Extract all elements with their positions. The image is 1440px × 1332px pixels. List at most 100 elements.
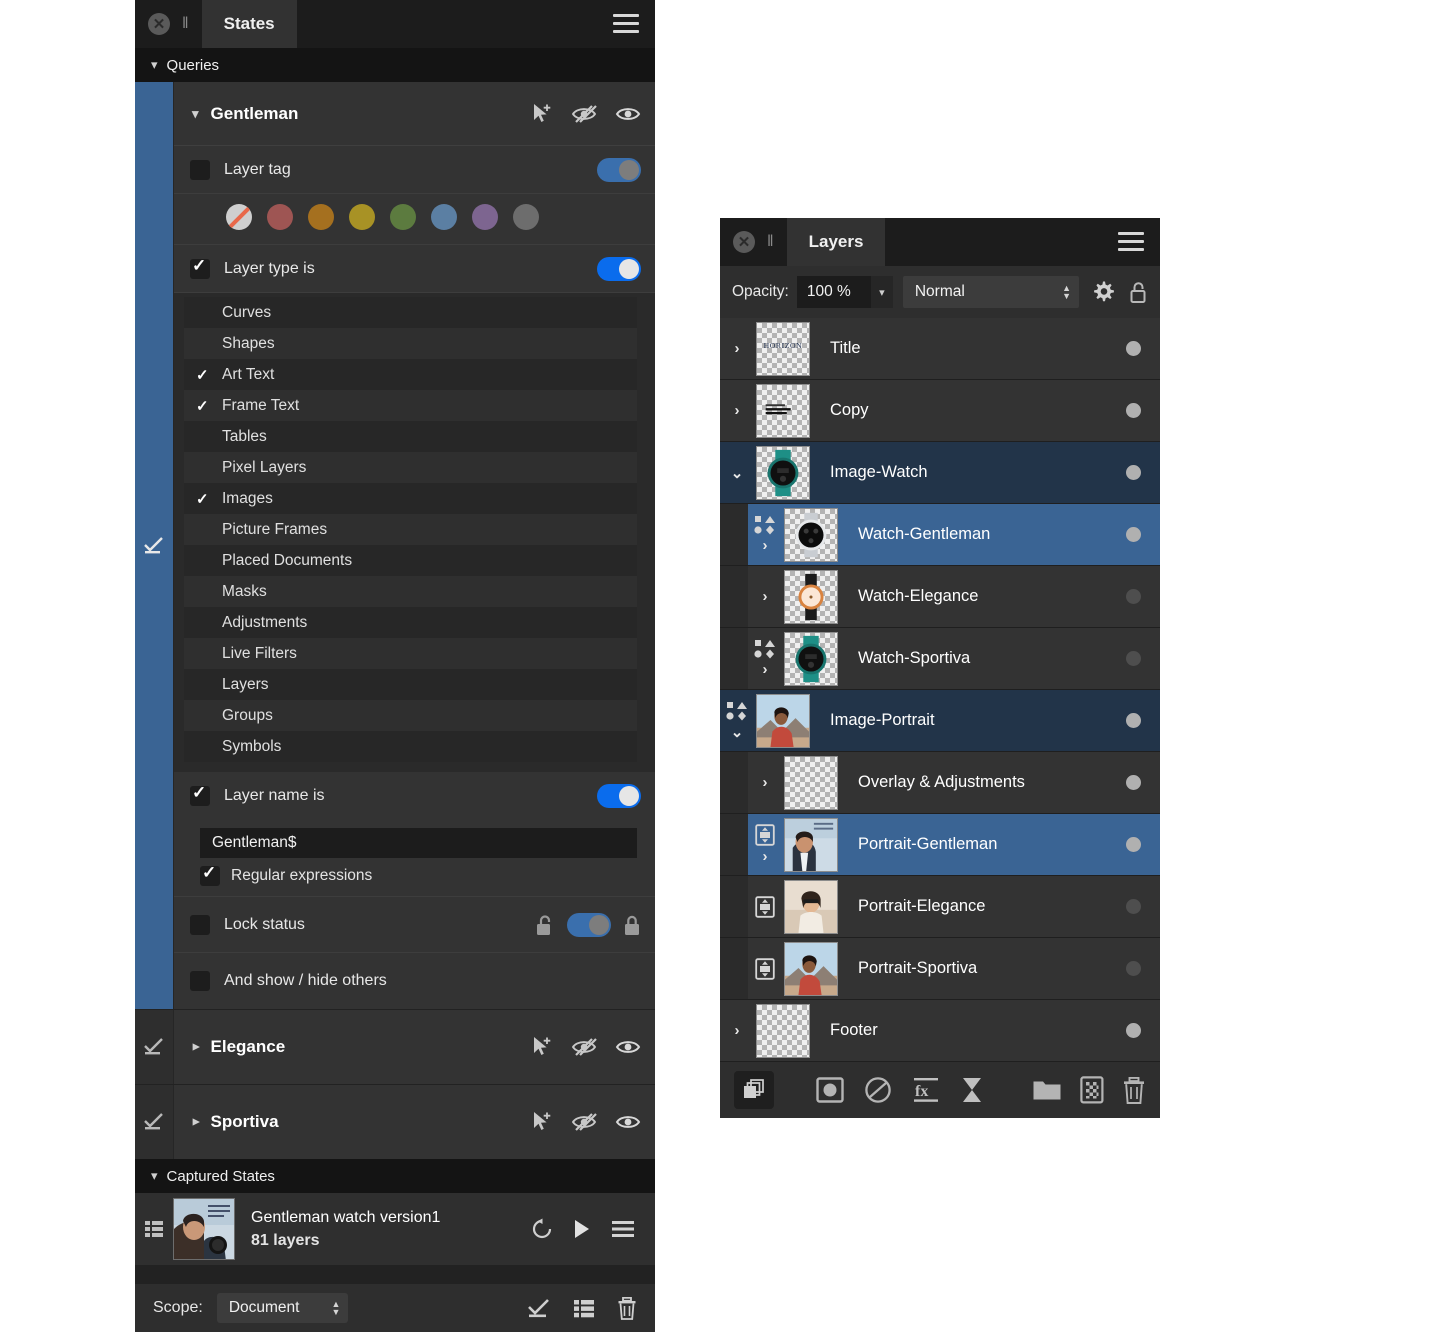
- mask-icon[interactable]: [816, 1077, 844, 1103]
- blend-mode-select[interactable]: Normal ▲ ▼: [902, 276, 1079, 308]
- layer-row[interactable]: › Overlay & Adjustments: [720, 752, 1160, 814]
- layer-type-option[interactable]: ✓ Frame Text: [184, 390, 637, 421]
- tag-swatch-yellow[interactable]: [349, 204, 375, 230]
- close-icon[interactable]: ✕: [733, 231, 755, 253]
- chevron-right-icon[interactable]: ›: [735, 402, 740, 419]
- layer-name-input[interactable]: Gentleman$: [200, 828, 637, 858]
- layer-tag-toggle[interactable]: [597, 157, 641, 182]
- effects-icon[interactable]: [960, 1077, 984, 1103]
- layer-row[interactable]: ⌄ Image-Portrait: [720, 690, 1160, 752]
- trash-icon[interactable]: [617, 1296, 637, 1320]
- layer-visibility-toggle[interactable]: [1106, 318, 1160, 379]
- layer-expand-toggle[interactable]: ›: [748, 628, 782, 689]
- tab-layers[interactable]: Layers: [786, 218, 886, 266]
- layer-type-option[interactable]: Groups: [184, 700, 637, 731]
- chevron-down-icon[interactable]: ▾: [192, 106, 199, 122]
- chevron-down-icon[interactable]: ⌄: [731, 464, 744, 482]
- layer-visibility-toggle[interactable]: [1106, 628, 1160, 689]
- layer-expand-toggle[interactable]: ›: [748, 814, 782, 875]
- layer-type-toggle[interactable]: [597, 256, 641, 281]
- chevron-right-icon[interactable]: ›: [763, 537, 768, 554]
- layer-expand-toggle[interactable]: ⌄: [720, 690, 754, 751]
- layer-row[interactable]: › Watch-Elegance: [720, 566, 1160, 628]
- layer-type-option[interactable]: Layers: [184, 669, 637, 700]
- condition-layer-tag[interactable]: Layer tag: [174, 146, 655, 194]
- chevron-right-icon[interactable]: ▾: [187, 1119, 203, 1126]
- layer-tag-checkbox[interactable]: [190, 159, 210, 180]
- adjustment-icon[interactable]: [864, 1077, 892, 1103]
- layer-row[interactable]: › Watch-Gentleman: [720, 504, 1160, 566]
- grip-icon[interactable]: ‖: [182, 15, 189, 33]
- layer-type-option[interactable]: Symbols: [184, 731, 637, 762]
- queries-section-header[interactable]: ▾ Queries: [135, 48, 655, 82]
- eye-icon[interactable]: [615, 1113, 641, 1131]
- layer-type-option[interactable]: Shapes: [184, 328, 637, 359]
- chevron-right-icon[interactable]: ▾: [187, 1044, 203, 1051]
- layer-visibility-toggle[interactable]: [1106, 566, 1160, 627]
- opacity-dropdown-icon[interactable]: ▾: [870, 276, 893, 308]
- close-icon[interactable]: ✕: [148, 13, 170, 35]
- condition-layer-type[interactable]: Layer type is: [174, 245, 655, 293]
- layer-row[interactable]: ⌄ Image-Watch: [720, 442, 1160, 504]
- eye-icon[interactable]: [615, 105, 641, 123]
- trash-icon[interactable]: [1122, 1076, 1146, 1104]
- reset-icon[interactable]: [531, 1218, 553, 1240]
- eye-slash-icon[interactable]: [571, 1037, 597, 1057]
- layer-row[interactable]: › Portrait-Gentleman: [720, 814, 1160, 876]
- layer-expand-toggle[interactable]: ›: [720, 1000, 754, 1061]
- lock-status-checkbox[interactable]: [190, 914, 210, 935]
- captured-state-handle[interactable]: [135, 1193, 173, 1265]
- layer-visibility-toggle[interactable]: [1106, 814, 1160, 875]
- eye-slash-icon[interactable]: [571, 1112, 597, 1132]
- eye-slash-icon[interactable]: [571, 104, 597, 124]
- layer-visibility-toggle[interactable]: [1106, 876, 1160, 937]
- condition-lock-status[interactable]: Lock status: [174, 897, 655, 953]
- regex-option[interactable]: Regular expressions: [174, 862, 655, 897]
- query-sportiva-rail[interactable]: [135, 1085, 173, 1159]
- cursor-plus-icon[interactable]: [531, 103, 553, 125]
- layer-visibility-toggle[interactable]: [1106, 938, 1160, 999]
- tag-swatch-red[interactable]: [267, 204, 293, 230]
- scope-select[interactable]: Document ▲ ▼: [216, 1293, 349, 1323]
- tag-swatch-none[interactable]: [226, 204, 252, 230]
- layer-visibility-toggle[interactable]: [1106, 380, 1160, 441]
- panel-menu-icon[interactable]: [613, 14, 639, 38]
- group-icon[interactable]: [1032, 1078, 1062, 1102]
- layer-row[interactable]: › HORIZON Title: [720, 318, 1160, 380]
- tag-swatch-blue[interactable]: [431, 204, 457, 230]
- layer-expand-toggle[interactable]: ›: [748, 566, 782, 627]
- cursor-plus-icon[interactable]: [531, 1111, 553, 1133]
- tag-swatch-green[interactable]: [390, 204, 416, 230]
- list-icon[interactable]: [573, 1298, 595, 1319]
- apply-state-icon[interactable]: [527, 1298, 551, 1319]
- layer-visibility-toggle[interactable]: [1106, 690, 1160, 751]
- chevron-right-icon[interactable]: ›: [735, 340, 740, 357]
- condition-show-hide-others[interactable]: And show / hide others: [174, 953, 655, 1009]
- chevron-right-icon[interactable]: ›: [763, 588, 768, 605]
- tag-swatch-purple[interactable]: [472, 204, 498, 230]
- layer-expand-toggle[interactable]: ⌄: [720, 442, 754, 503]
- layer-type-option[interactable]: Live Filters: [184, 638, 637, 669]
- show-hide-others-checkbox[interactable]: [190, 971, 210, 991]
- duplicate-layer-icon[interactable]: [734, 1071, 774, 1109]
- layer-type-option[interactable]: Masks: [184, 576, 637, 607]
- tab-states[interactable]: States: [201, 0, 297, 48]
- layer-type-option[interactable]: ✓ Art Text: [184, 359, 637, 390]
- cursor-plus-icon[interactable]: [531, 1036, 553, 1058]
- layer-row[interactable]: › Footer: [720, 1000, 1160, 1062]
- layer-row[interactable]: › Watch-Sportiva: [720, 628, 1160, 690]
- layer-name-checkbox[interactable]: [190, 783, 210, 806]
- grip-icon[interactable]: ‖: [767, 233, 774, 251]
- query-elegance-header[interactable]: ▾ Elegance: [174, 1010, 655, 1084]
- gear-icon[interactable]: [1091, 280, 1115, 304]
- layer-type-option[interactable]: Tables: [184, 421, 637, 452]
- layer-type-checkbox[interactable]: [190, 256, 210, 279]
- new-pixel-layer-icon[interactable]: [1080, 1076, 1104, 1104]
- layer-expand-toggle[interactable]: ›: [720, 380, 754, 441]
- captured-states-section-header[interactable]: ▾ Captured States: [135, 1159, 655, 1193]
- layer-type-option[interactable]: Curves: [184, 297, 637, 328]
- live-filter-icon[interactable]: fx: [912, 1077, 940, 1103]
- chevron-down-icon[interactable]: ⌄: [731, 723, 744, 741]
- eye-icon[interactable]: [615, 1038, 641, 1056]
- layer-name-toggle[interactable]: [597, 784, 641, 808]
